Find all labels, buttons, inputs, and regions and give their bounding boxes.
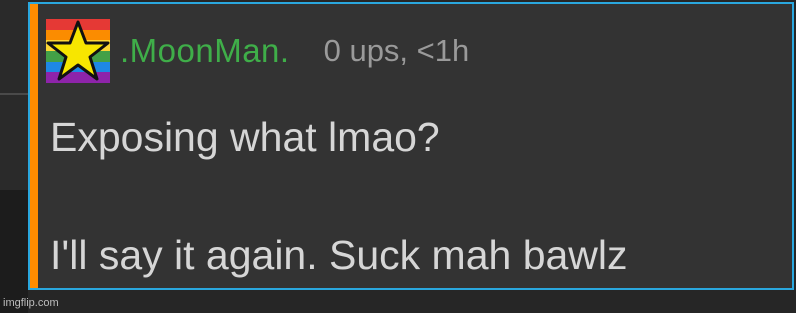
watermark: imgflip.com	[3, 297, 59, 309]
username-link[interactable]: .MoonMan.	[120, 32, 290, 70]
sidebar-lower-panel	[0, 190, 28, 313]
screenshot-stage: .MoonMan. 0 ups, <1h Exposing what lmao?…	[0, 0, 796, 313]
comment-text-line: I'll say it again. Suck mah bawlz	[50, 232, 628, 278]
comment-text-line: Exposing what lmao?	[50, 114, 440, 160]
comment-meta: 0 ups, <1h	[323, 33, 470, 68]
left-sidebar-strip	[0, 0, 28, 313]
star-icon	[46, 20, 110, 81]
comment-accent-bar	[30, 4, 38, 288]
comment-card: .MoonMan. 0 ups, <1h Exposing what lmao?…	[28, 2, 794, 290]
divider	[0, 93, 28, 95]
avatar[interactable]	[46, 19, 110, 83]
comment-header: .MoonMan. 0 ups, <1h	[46, 18, 469, 84]
